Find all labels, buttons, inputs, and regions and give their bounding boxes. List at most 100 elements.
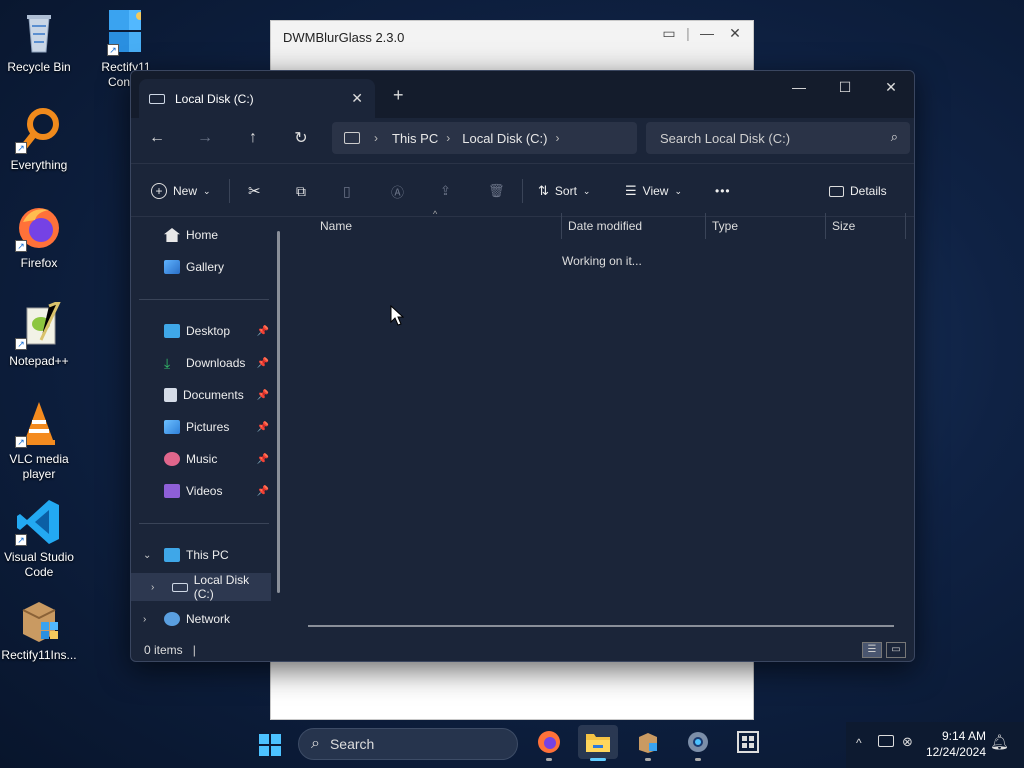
sort-button[interactable]: ⇅ Sort ⌄ [538,178,590,204]
desktop-icon-label: Notepad++ [9,354,69,368]
tab-title: Local Disk (C:) [175,91,254,106]
pin-icon[interactable]: 📌 [257,454,269,465]
nav-item-network[interactable]: › Network [131,605,271,633]
loading-message: Working on it... [562,254,642,268]
tiles-view-icon[interactable]: ▭ [886,642,906,658]
tab-close-button[interactable]: ✕ [351,90,363,107]
chevron-right-icon[interactable]: › [555,131,559,145]
search-input[interactable]: Search Local Disk (C:) ⌕ [646,122,910,154]
separator: | [686,25,690,41]
file-explorer-window[interactable]: Local Disk (C:) ✕ + — ☐ ✕ ← → ↑ ↻ › This… [130,70,915,662]
clock-date: 12/24/2024 [925,745,986,759]
divider: | [192,643,196,657]
column-date-modified[interactable]: Date modified [562,213,706,239]
nav-label: Videos [186,484,223,498]
nav-item-local-disk[interactable]: › Local Disk (C:) [131,573,271,601]
nav-item-downloads[interactable]: ⤓ Downloads 📌 [131,349,271,377]
back-button[interactable]: ← [143,126,171,150]
view-button[interactable]: ☰ View ⌄ [625,178,682,204]
everything-icon: ↗ [15,106,63,154]
maximize-button[interactable]: ☐ [822,71,868,103]
minimize-button[interactable]: — [695,25,719,42]
desktop-icon-everything[interactable]: ↗ Everything [0,106,78,173]
forward-button[interactable]: → [191,126,219,150]
desktop-icon-firefox[interactable]: ↗ Firefox [0,204,78,271]
volume-muted-icon[interactable]: ⊗ [902,734,913,750]
pin-icon[interactable]: 📌 [257,486,269,497]
refresh-button[interactable]: ↻ [287,126,315,150]
taskbar-app[interactable] [728,725,768,759]
desktop-icon-vscode[interactable]: ↗ Visual Studio Code [0,498,78,580]
chevron-right-icon[interactable]: › [151,582,154,593]
more-options-button[interactable]: ••• [715,178,731,204]
desktop-icon-notepadpp[interactable]: ↗ Notepad++ [0,299,78,369]
new-tab-button[interactable]: + [393,85,404,106]
pin-icon[interactable]: 📌 [257,422,269,433]
system-tray: ^ ⊗ 9:14 AM 12/24/2024 🔔︎ [846,722,1024,768]
copy-icon[interactable]: ⧉ [296,178,306,204]
pin-icon[interactable]: 📌 [257,390,269,401]
taskbar-settings[interactable] [678,725,718,761]
taskbar-search[interactable]: ⌕ Search [298,728,518,760]
chevron-up-icon[interactable]: ^ [856,736,862,750]
taskbar-file-explorer[interactable] [578,725,618,761]
nav-item-this-pc[interactable]: ⌄ This PC [131,541,271,569]
pin-icon[interactable]: 📌 [257,358,269,369]
nav-item-desktop[interactable]: Desktop 📌 [131,317,271,345]
nav-item-pictures[interactable]: Pictures 📌 [131,413,271,441]
delete-icon[interactable]: 🗑 [488,178,505,204]
taskbar-installer[interactable] [628,725,668,761]
rename-icon[interactable]: Ⓐ [391,178,404,204]
nav-item-videos[interactable]: Videos 📌 [131,477,271,505]
nav-label: Local Disk (C:) [193,573,250,601]
paste-icon[interactable]: ▯ [343,178,351,204]
clock[interactable]: 9:14 AM 12/24/2024 [924,728,986,760]
nav-item-music[interactable]: Music 📌 [131,445,271,473]
address-bar-row: ← → ↑ ↻ › This PC › Local Disk (C:) › Se… [131,118,914,158]
pin-icon[interactable]: 📌 [257,326,269,337]
desktop-icon-rectify11-installer[interactable]: Rectify11Ins... [0,596,78,663]
horizontal-scrollbar[interactable] [308,625,894,627]
desktop-icon-recycle-bin[interactable]: Recycle Bin [0,8,78,75]
new-button[interactable]: + New ⌄ [151,178,211,204]
nav-item-documents[interactable]: Documents 📌 [131,381,271,409]
navigation-pane: Home Gallery Desktop 📌 ⤓ Downloads 📌 Doc… [131,213,281,639]
details-view-icon[interactable]: ☰ [862,642,882,658]
column-name[interactable]: Name [288,213,562,239]
network-icon[interactable] [878,735,894,747]
music-icon [164,452,180,466]
column-type[interactable]: Type [706,213,826,239]
taskbar-firefox[interactable] [529,725,569,761]
chevron-down-icon[interactable]: ⌄ [143,550,151,561]
minimize-button[interactable]: — [776,71,822,103]
pictures-icon [164,420,180,434]
share-icon[interactable]: ⇪ [440,178,451,204]
documents-icon [164,388,177,402]
tab-local-disk[interactable]: Local Disk (C:) ✕ [139,79,375,118]
cut-icon[interactable]: ✂ [248,178,261,204]
breadcrumb-this-pc[interactable]: This PC [384,131,446,146]
navigation-scrollbar[interactable] [277,231,280,593]
drive-icon [149,93,165,104]
close-button[interactable]: ✕ [723,25,747,42]
notification-bell-icon[interactable]: 🔔︎ [990,733,1009,751]
nav-item-home[interactable]: Home [131,221,271,249]
column-label: Size [832,219,856,233]
column-size[interactable]: Size [826,213,906,239]
new-label: New [173,184,198,198]
up-button[interactable]: ↑ [239,126,267,150]
close-button[interactable]: ✕ [868,71,914,103]
save-icon[interactable]: ▭ [657,25,681,42]
desktop-icon-vlc[interactable]: ↗ VLC media player [0,400,78,482]
breadcrumb-local-disk[interactable]: Local Disk (C:) [454,131,555,146]
chevron-right-icon: › [374,131,378,145]
file-list[interactable]: Name ^ Date modified Type Size Working o… [288,209,914,639]
chevron-right-icon[interactable]: › [143,614,146,625]
nav-label: Documents [183,388,244,402]
search-icon: ⌕ [890,129,898,144]
address-bar[interactable]: › This PC › Local Disk (C:) › [332,122,637,154]
details-button[interactable]: Details [829,178,887,204]
app-grid-icon [737,731,759,753]
start-button[interactable] [250,728,290,762]
nav-item-gallery[interactable]: Gallery [131,253,271,281]
